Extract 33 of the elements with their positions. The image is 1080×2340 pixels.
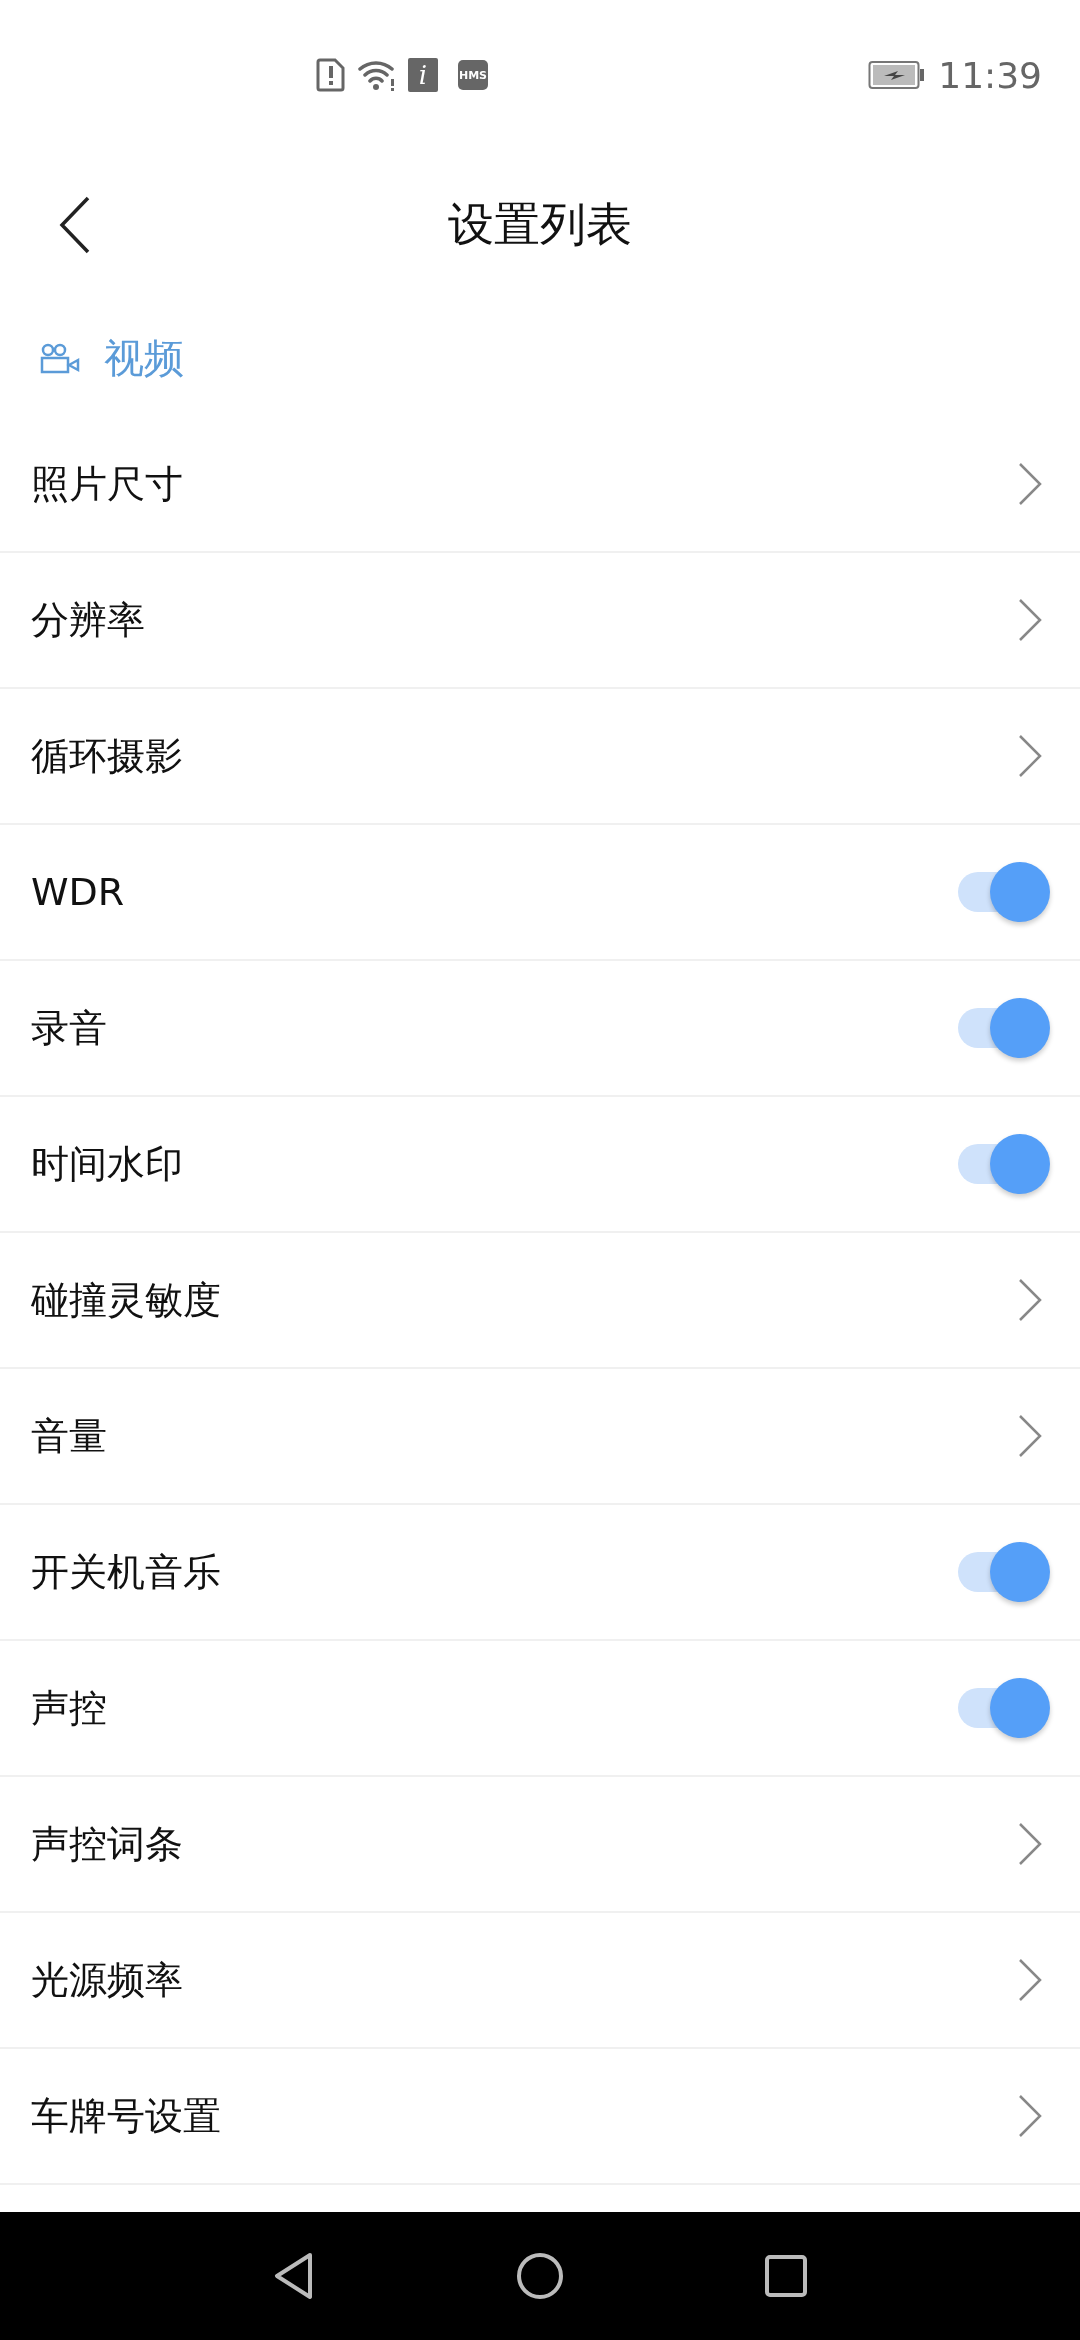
recents-icon[interactable] <box>764 2254 808 2298</box>
video-camera-icon <box>40 341 80 376</box>
battery-icon <box>868 60 927 90</box>
chevron-right-icon[interactable] <box>1018 2094 1042 2138</box>
setting-label: 声控 <box>31 1684 107 1732</box>
setting-label: 分辨率 <box>31 596 145 644</box>
back-icon[interactable] <box>58 195 92 255</box>
wifi-icon <box>358 59 396 91</box>
chevron-right-icon[interactable] <box>1018 598 1042 642</box>
chevron-right-icon[interactable] <box>1018 1958 1042 2002</box>
sim-alert-icon <box>316 58 346 92</box>
chevron-right-icon[interactable] <box>1018 1414 1042 1458</box>
hms-badge: HMS <box>458 60 488 90</box>
setting-label: 时间水印 <box>31 1140 183 1188</box>
setting-label: 循环摄影 <box>31 732 183 780</box>
home-icon[interactable] <box>516 2252 564 2300</box>
chevron-right-icon[interactable] <box>1018 734 1042 778</box>
setting-label: 开关机音乐 <box>31 1548 221 1596</box>
setting-label: 车牌号设置 <box>31 2092 221 2140</box>
setting-label: 声控词条 <box>31 1820 183 1868</box>
chevron-right-icon[interactable] <box>1018 1278 1042 1322</box>
setting-label: 录音 <box>31 1004 107 1052</box>
setting-label: 碰撞灵敏度 <box>31 1276 221 1324</box>
chevron-right-icon[interactable] <box>1018 462 1042 506</box>
info-badge: i <box>408 58 438 92</box>
chevron-right-icon[interactable] <box>1018 1822 1042 1866</box>
setting-label: 音量 <box>31 1412 107 1460</box>
status-time: 11:39 <box>938 54 1042 96</box>
setting-label: 照片尺寸 <box>31 460 183 508</box>
page-title: 设置列表 <box>448 196 632 253</box>
section-title: 视频 <box>104 334 184 383</box>
setting-label: WDR <box>31 870 125 914</box>
setting-label: 光源频率 <box>31 1956 183 2004</box>
